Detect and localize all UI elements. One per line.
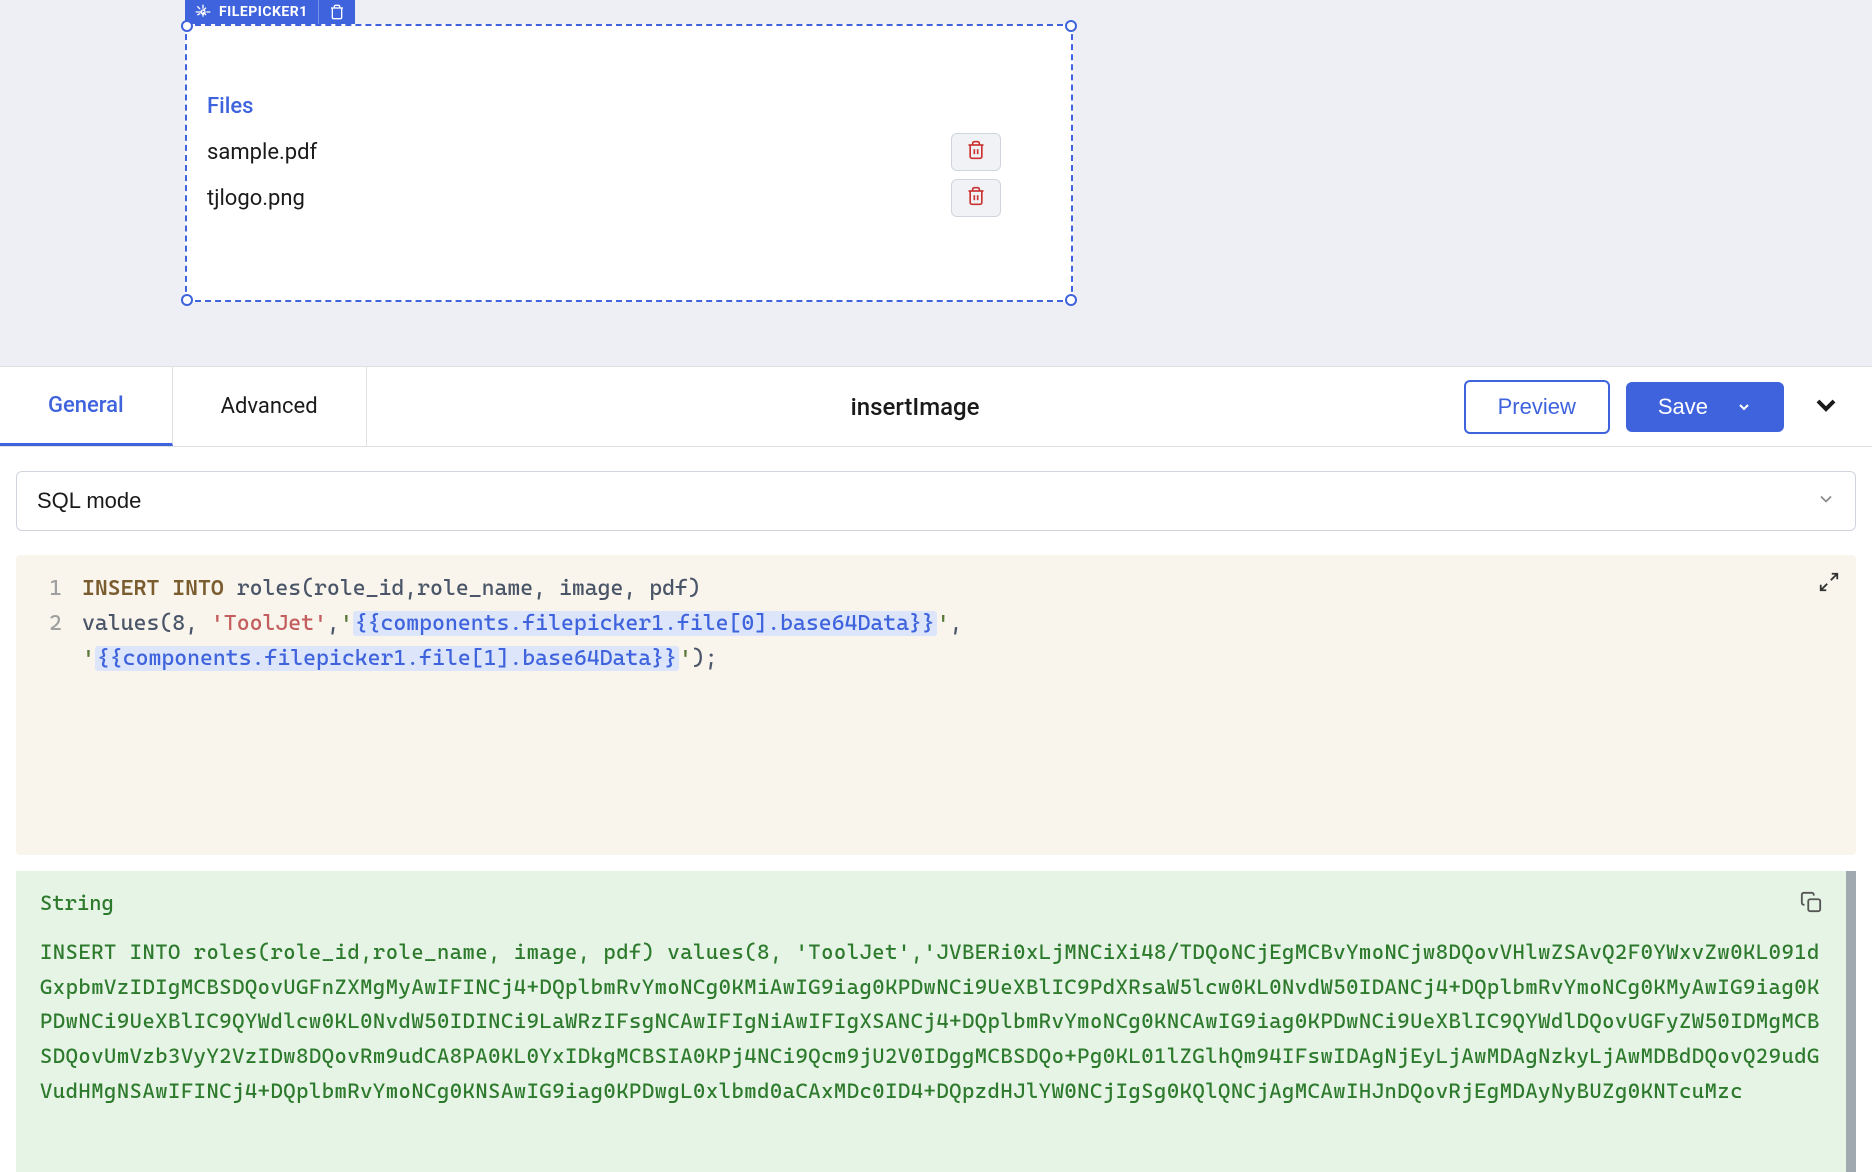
collapse-toggle[interactable] [1800, 389, 1852, 425]
copy-button[interactable] [1800, 891, 1822, 918]
expand-icon [1818, 574, 1840, 599]
tabs: General Advanced [0, 367, 367, 446]
copy-icon [1800, 894, 1822, 918]
widget-name-label: FILEPICKER1 [219, 4, 308, 20]
resize-handle-br[interactable] [1065, 294, 1077, 306]
gear-icon [195, 4, 211, 20]
resize-handle-tl[interactable] [181, 20, 193, 32]
filepicker-content: Files sample.pdf [187, 26, 1071, 241]
tab-general[interactable]: General [0, 367, 173, 446]
filepicker-widget[interactable]: FILEPICKER1 Files samp [185, 0, 1073, 302]
query-editor-panel: General Advanced insertImage Preview Sav… [0, 366, 1872, 1172]
resize-handle-tr[interactable] [1065, 20, 1077, 32]
trash-icon [966, 140, 986, 164]
widget-settings-button[interactable]: FILEPICKER1 [185, 0, 318, 24]
line-number: 1 [32, 571, 62, 606]
file-delete-button[interactable] [951, 133, 1001, 171]
line-number: 2 [32, 606, 62, 641]
trash-icon [329, 4, 345, 20]
query-name[interactable]: insertImage [367, 393, 1464, 421]
mode-selector[interactable] [16, 471, 1856, 531]
panel-header: General Advanced insertImage Preview Sav… [0, 367, 1872, 447]
file-name: sample.pdf [207, 140, 317, 165]
chevron-down-icon [1810, 406, 1842, 425]
result-panel: String INSERT INTO roles(role_id,role_na… [16, 871, 1856, 1172]
trash-icon [966, 186, 986, 210]
chevron-down-icon [1736, 399, 1752, 415]
result-type-label: String [40, 891, 1822, 915]
tab-advanced[interactable]: Advanced [173, 367, 367, 446]
file-delete-button[interactable] [951, 179, 1001, 217]
mode-select-input[interactable] [16, 471, 1856, 531]
resize-handle-bl[interactable] [181, 294, 193, 306]
sql-code-editor[interactable]: 1 INSERT INTO roles(role_id,role_name, i… [16, 555, 1856, 855]
preview-button[interactable]: Preview [1464, 380, 1610, 434]
file-row: sample.pdf [207, 129, 1051, 175]
result-content: INSERT INTO roles(role_id,role_name, ima… [40, 935, 1822, 1108]
code-line-2-cont: '{{components.filepicker1.file[1].base64… [32, 641, 1806, 676]
file-row: tjlogo.png [207, 175, 1051, 221]
save-label: Save [1658, 394, 1708, 420]
file-name: tjlogo.png [207, 186, 305, 211]
canvas-area[interactable]: FILEPICKER1 Files samp [0, 0, 1872, 366]
panel-actions: Preview Save [1464, 380, 1852, 434]
files-heading: Files [207, 94, 1051, 119]
widget-delete-button[interactable] [319, 0, 355, 24]
expand-button[interactable] [1818, 571, 1840, 599]
code-line-1: 1 INSERT INTO roles(role_id,role_name, i… [32, 571, 1806, 606]
widget-header[interactable]: FILEPICKER1 [185, 0, 355, 24]
save-button[interactable]: Save [1626, 382, 1784, 432]
code-line-2: 2 values(8, 'ToolJet','{{components.file… [32, 606, 1806, 641]
widget-body[interactable]: Files sample.pdf [185, 24, 1073, 302]
